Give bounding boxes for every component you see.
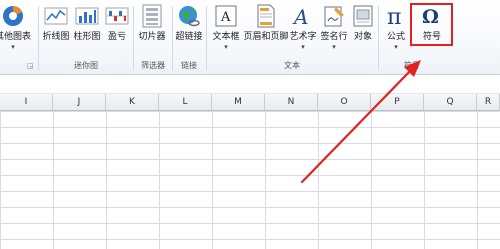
object-icon xyxy=(350,3,376,29)
chevron-down-icon: ▾ xyxy=(394,43,398,51)
other-charts-label: 其他图表 xyxy=(0,32,32,42)
formula-bar-area xyxy=(0,75,500,94)
annotation-highlight-box xyxy=(410,3,453,46)
column-header[interactable]: R xyxy=(477,94,500,111)
svg-text:A: A xyxy=(292,5,308,28)
ribbon: 其他图表 ▾ ◲ 折线图 柱形图 xyxy=(0,0,500,75)
wordart-icon: A xyxy=(290,3,316,29)
equation-button[interactable]: π 公式 ▾ xyxy=(381,3,411,55)
column-header[interactable]: I xyxy=(0,94,53,111)
object-button[interactable]: 对象 xyxy=(350,3,376,55)
group-separator xyxy=(38,6,39,70)
column-chart-icon xyxy=(74,3,100,29)
signature-line-button[interactable]: 签名行 ▾ xyxy=(318,3,350,55)
signature-pen-icon xyxy=(321,3,347,29)
wordart-label: 艺术字 xyxy=(289,32,317,42)
column-header[interactable]: N xyxy=(265,94,318,111)
chevron-down-icon: ▾ xyxy=(11,43,15,51)
group-label-symbols: 符号 xyxy=(404,61,420,70)
group-label-links: 链接 xyxy=(181,61,197,70)
win-loss-chart-icon xyxy=(104,3,130,29)
sparkline-winloss-button[interactable]: 盈亏 xyxy=(103,3,131,55)
header-footer-icon xyxy=(253,3,279,29)
column-header[interactable]: Q xyxy=(424,94,477,111)
pie-chart-icon xyxy=(0,3,26,29)
column-header[interactable]: P xyxy=(371,94,424,111)
column-header[interactable]: O xyxy=(318,94,371,111)
line-chart-icon xyxy=(43,3,69,29)
dialog-launcher-icon[interactable]: ◲ xyxy=(27,62,34,70)
signature-line-label: 签名行 xyxy=(320,32,348,42)
column-header[interactable]: L xyxy=(159,94,212,111)
textbox-button[interactable]: A 文本框 ▾ xyxy=(208,3,244,55)
equation-label: 公式 xyxy=(386,32,405,42)
sparkline-winloss-label: 盈亏 xyxy=(107,32,126,42)
textbox-label: 文本框 xyxy=(212,32,240,42)
chevron-down-icon: ▾ xyxy=(224,43,228,51)
svg-text:A: A xyxy=(220,10,231,25)
column-header[interactable]: J xyxy=(53,94,106,111)
slicer-label: 切片器 xyxy=(138,32,166,42)
column-header[interactable]: K xyxy=(106,94,159,111)
chevron-down-icon: ▾ xyxy=(332,43,336,51)
hyperlink-button[interactable]: 超链接 xyxy=(174,3,204,55)
hyperlink-label: 超链接 xyxy=(175,32,203,42)
sparkline-column-button[interactable]: 柱形图 xyxy=(72,3,102,55)
object-label: 对象 xyxy=(353,32,372,42)
sparkline-column-label: 柱形图 xyxy=(73,32,101,42)
group-label-filter: 筛选器 xyxy=(141,61,165,70)
other-charts-button[interactable]: 其他图表 ▾ xyxy=(0,3,32,55)
chevron-down-icon: ▾ xyxy=(301,43,305,51)
globe-link-icon xyxy=(176,3,202,29)
slicer-icon xyxy=(139,3,165,29)
group-label-text: 文本 xyxy=(284,61,300,70)
header-footer-button[interactable]: 页眉和页脚 xyxy=(243,3,289,55)
header-footer-label: 页眉和页脚 xyxy=(243,32,289,42)
column-header[interactable]: M xyxy=(212,94,265,111)
textbox-icon: A xyxy=(213,3,239,29)
sparkline-line-label: 折线图 xyxy=(42,32,70,42)
svg-text:π: π xyxy=(387,5,401,28)
sparkline-line-button[interactable]: 折线图 xyxy=(41,3,71,55)
pi-icon: π xyxy=(383,3,409,29)
wordart-button[interactable]: A 艺术字 ▾ xyxy=(288,3,318,55)
cell-grid[interactable] xyxy=(0,111,500,249)
slicer-button[interactable]: 切片器 xyxy=(136,3,168,55)
group-label-sparklines: 迷你图 xyxy=(74,61,98,70)
